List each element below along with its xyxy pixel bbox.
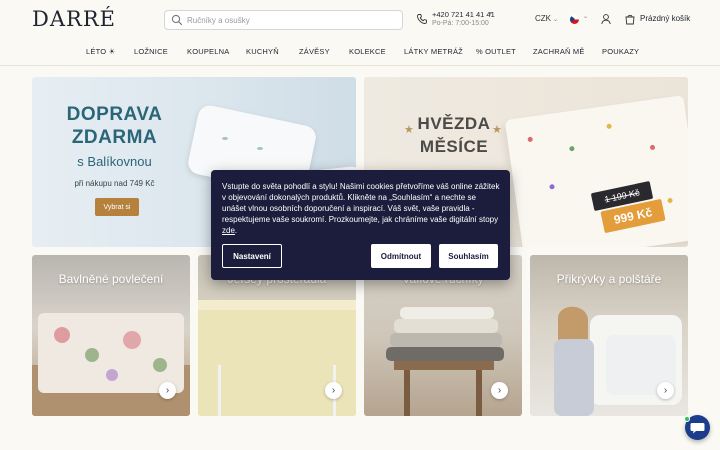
arrow-right-icon[interactable]: › — [159, 382, 176, 399]
nav-item-outlet[interactable]: % OUTLET — [476, 47, 516, 56]
leaf-decoration — [222, 137, 228, 140]
leaf-decoration — [257, 147, 263, 150]
banner-note: při nákupu nad 749 Kč — [74, 179, 155, 188]
cookie-decline-button[interactable]: Odmítnout — [371, 244, 431, 268]
nav-item-zavesy[interactable]: ZÁVĚSY — [299, 47, 330, 56]
page: DARRÉ +420 721 41 41 41 ▾ Po-Pá: 7:00-15… — [0, 0, 720, 450]
arrow-right-icon[interactable]: › — [325, 382, 342, 399]
header: DARRÉ +420 721 41 41 41 ▾ Po-Pá: 7:00-15… — [0, 0, 720, 40]
cookie-settings-button[interactable]: Nastavení — [222, 244, 282, 268]
flower-decoration — [606, 123, 612, 130]
banner-title-line: MĚSÍCE — [419, 137, 489, 156]
cookie-consent-dialog: Vstupte do světa pohodlí a stylu! Našimi… — [211, 170, 510, 280]
nav-item-zachran-me[interactable]: ZACHRAŇ MĚ — [533, 47, 585, 56]
search-input[interactable] — [187, 13, 397, 27]
logo[interactable]: DARRÉ — [32, 7, 116, 31]
banner-title: DOPRAVA ZDARMA — [32, 103, 197, 149]
bedding-image — [504, 95, 688, 247]
flower-decoration — [667, 197, 673, 204]
online-status-dot — [684, 416, 690, 422]
nav-item-kuchyn[interactable]: KUCHYŇ — [246, 47, 279, 56]
arrow-right-icon[interactable]: › — [657, 382, 674, 399]
nav-item-leto[interactable]: LÉTO ☀ — [86, 47, 115, 56]
cookie-policy-link[interactable]: zde — [222, 226, 235, 235]
cookie-accept-button[interactable]: Souhlasím — [439, 244, 498, 268]
search-icon — [171, 14, 183, 26]
banner-title-line: ZDARMA — [71, 127, 158, 148]
user-icon[interactable] — [600, 13, 612, 25]
banner-title-line: DOPRAVA — [66, 104, 163, 125]
flower-decoration — [527, 136, 534, 143]
phone-number[interactable]: +420 721 41 41 41 — [432, 10, 495, 19]
main-nav: LÉTO ☀ LOŽNICE KOUPELNA KUCHYŇ ZÁVĚSY KO… — [0, 44, 720, 62]
currency-label: CZK — [535, 14, 551, 23]
cookie-text: Vstupte do světa pohodlí a stylu! Našimi… — [222, 182, 500, 224]
chevron-down-icon: ⌄ — [553, 17, 559, 23]
category-title: Přikrývky a polštáře — [556, 272, 662, 286]
chevron-down-icon: ⌄ — [583, 14, 589, 20]
nav-item-loznice[interactable]: LOŽNICE — [134, 47, 168, 56]
banner-title-line: HVĚZDA — [417, 114, 491, 133]
header-divider — [0, 65, 720, 66]
czech-flag-icon — [570, 15, 579, 24]
cart-label[interactable]: Prázdný košík — [640, 14, 690, 23]
search-box[interactable] — [164, 10, 403, 30]
banner-title: HVĚZDA MĚSÍCE — [384, 112, 524, 158]
nav-item-latky-metraz[interactable]: LÁTKY METRÁŽ — [404, 47, 463, 56]
choose-button[interactable]: Vybrat si — [95, 198, 139, 216]
category-title: Bavlněné povlečení — [58, 272, 164, 286]
flower-decoration — [569, 145, 575, 152]
chevron-down-icon[interactable]: ▾ — [489, 10, 492, 17]
phone-icon — [417, 14, 427, 24]
shopping-bag-icon[interactable] — [624, 13, 636, 25]
banner-subtitle: s Balíkovnou — [77, 154, 152, 169]
currency-selector[interactable]: CZK ⌄ — [535, 14, 558, 23]
language-selector[interactable]: ⌄ — [570, 13, 588, 25]
category-tile-cotton-bedding[interactable]: Bavlněné povlečení › — [32, 255, 190, 416]
nav-item-poukazy[interactable]: POUKAZY — [602, 47, 639, 56]
opening-hours: Po-Pá: 7:00-15:00 — [432, 20, 489, 27]
period: . — [234, 226, 238, 235]
category-tile-duvets-pillows[interactable]: Přikrývky a polštáře › — [530, 255, 688, 416]
nav-item-koupelna[interactable]: KOUPELNA — [187, 47, 229, 56]
cookie-message: Vstupte do světa pohodlí a stylu! Našimi… — [222, 181, 502, 236]
nav-item-kolekce[interactable]: KOLEKCE — [349, 47, 386, 56]
flower-decoration — [649, 144, 656, 151]
flower-decoration — [549, 183, 555, 190]
arrow-right-icon[interactable]: › — [491, 382, 508, 399]
